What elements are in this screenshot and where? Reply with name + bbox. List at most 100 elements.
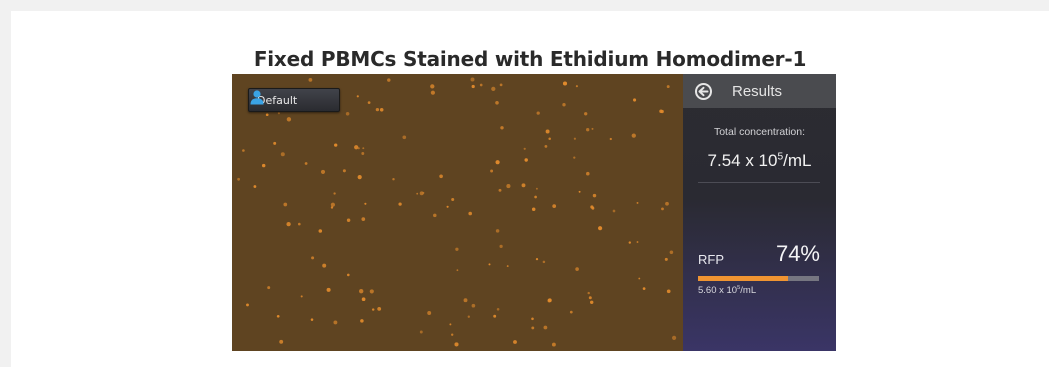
stained-cell (479, 83, 483, 87)
stained-cell (283, 202, 288, 207)
stained-cell (523, 147, 526, 150)
stained-cell (496, 308, 500, 311)
stained-cell (578, 190, 581, 193)
stained-cell (575, 85, 578, 88)
stained-cell (364, 202, 367, 205)
results-panel: Results Total concentration: 7.54 x 105/… (683, 74, 836, 351)
profile-button[interactable]: Default (248, 88, 340, 112)
figure-card: Fixed PBMCs Stained with Ethidium Homodi… (11, 11, 1049, 367)
stained-cell (531, 207, 536, 212)
stained-cell (672, 335, 677, 340)
stained-cell (310, 318, 314, 321)
stained-cell (531, 317, 534, 321)
figure-title: Fixed PBMCs Stained with Ethidium Homodi… (253, 47, 807, 71)
stained-cell (642, 287, 646, 290)
stained-cell (535, 187, 538, 190)
image-viewer[interactable]: Default (232, 74, 683, 351)
stained-cell (346, 218, 351, 222)
arrow-left-circle-icon[interactable] (695, 82, 712, 100)
stained-cell (562, 81, 568, 86)
stained-cell (665, 201, 669, 206)
stained-cell (261, 163, 266, 168)
stained-cell (586, 171, 590, 176)
stained-cell (430, 84, 435, 89)
stained-cell (330, 206, 334, 209)
stained-cell (273, 141, 277, 145)
stained-cell (575, 267, 579, 271)
stained-cell (320, 169, 326, 174)
stained-cell (360, 319, 364, 323)
channel-mantissa: 5.60 x 10 (698, 285, 738, 296)
stained-cell (416, 192, 419, 195)
stained-cell (542, 260, 546, 264)
stained-cell (495, 229, 500, 233)
stained-cell (493, 314, 497, 318)
stained-cell (666, 85, 670, 89)
stained-cell (534, 195, 537, 199)
stained-cell (333, 192, 336, 195)
stained-cell (495, 160, 500, 165)
stained-cell (552, 204, 557, 208)
stained-cell (569, 310, 573, 314)
stained-cell (419, 330, 423, 334)
stained-cell (308, 78, 313, 82)
stained-cell (354, 145, 359, 150)
stained-cell (280, 152, 285, 157)
stained-cell (573, 137, 576, 140)
stained-cell (375, 107, 380, 112)
stained-cell (439, 174, 443, 179)
divider (698, 182, 820, 183)
stained-cell (513, 340, 517, 344)
stained-cell (636, 241, 639, 243)
stained-cell (342, 169, 346, 173)
stained-cell (545, 129, 550, 134)
stained-cell (347, 273, 350, 277)
stained-cell (666, 289, 671, 294)
stained-cell (551, 342, 556, 347)
channel-name: RFP (698, 252, 724, 267)
stained-cell (286, 221, 291, 227)
stained-cell (659, 109, 663, 113)
stained-cell (468, 211, 473, 216)
stained-cell (456, 269, 459, 272)
stained-cell (367, 101, 371, 104)
stained-cell (636, 201, 639, 204)
stained-cell (521, 183, 526, 188)
channel-concentration: 5.60 x 105/mL (698, 285, 756, 296)
stained-cell (265, 113, 269, 117)
stained-cell (311, 256, 315, 260)
results-title: Results (732, 82, 783, 100)
channel-unit: /mL (740, 285, 757, 296)
stained-cell (591, 127, 594, 130)
stained-cell (664, 257, 668, 261)
stained-cell (246, 303, 249, 307)
stained-cell (598, 226, 603, 231)
stained-cell (237, 177, 240, 181)
stained-cell (471, 84, 475, 89)
stained-cell (588, 296, 592, 300)
stained-cell (422, 191, 425, 194)
stained-cell (433, 213, 437, 218)
stained-cell (490, 169, 494, 173)
stained-cell (387, 78, 391, 82)
stained-cell (491, 86, 496, 92)
stained-cell (548, 137, 551, 141)
stained-cell (536, 111, 540, 115)
results-header: Results (683, 74, 836, 108)
stained-cell (547, 298, 552, 303)
stained-cell (359, 289, 364, 294)
stained-cell (297, 222, 301, 226)
stained-cell (286, 117, 292, 122)
total-concentration-value: 7.54 x 105/mL (683, 151, 836, 171)
user-icon (250, 90, 264, 105)
stained-cell (586, 128, 590, 132)
stained-cell (361, 217, 366, 221)
total-concentration-label: Total concentration: (713, 126, 806, 138)
cell-field (237, 77, 677, 347)
stained-cell (326, 287, 331, 292)
stained-cell (267, 286, 271, 290)
stained-cell (253, 185, 257, 188)
stained-cell (402, 135, 407, 140)
stained-cell (449, 323, 452, 326)
stained-cell (544, 145, 548, 148)
